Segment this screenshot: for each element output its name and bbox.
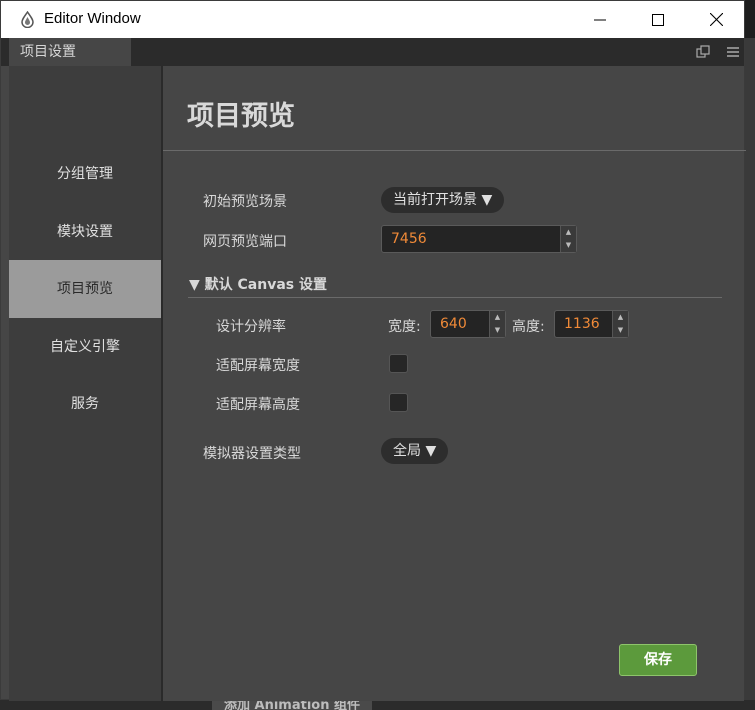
sidebar-item-custom-engine[interactable]: 自定义引擎 [9,318,161,376]
height-value: 1136 [564,316,600,332]
initial-scene-dropdown[interactable]: 当前打开场景 ▼ [381,187,505,213]
editor-window: Editor Window 项目设置 分组管理 模块设置 项目预览 自定义引擎 … [0,0,746,701]
tab-bar: 项目设置 [1,38,744,66]
title-bar: Editor Window [1,1,744,38]
maximize-button[interactable] [629,1,687,38]
simulator-type-dropdown[interactable]: 全局 ▼ [381,438,449,464]
close-button[interactable] [687,1,745,38]
fit-height-checkbox[interactable] [389,393,408,412]
preview-port-label: 网页预览端口 [203,234,287,250]
height-stepper[interactable]: ▲ ▼ [612,311,628,337]
stepper-up-icon[interactable]: ▲ [561,226,576,239]
settings-sidebar: 分组管理 模块设置 项目预览 自定义引擎 服务 [9,66,162,701]
stepper-down-icon[interactable]: ▼ [490,324,505,337]
fit-width-label: 适配屏幕宽度 [216,358,300,374]
stepper-up-icon[interactable]: ▲ [490,311,505,324]
stepper-down-icon[interactable]: ▼ [561,239,576,252]
width-label: 宽度: [388,319,421,335]
sidebar-item-group-management[interactable]: 分组管理 [9,145,161,203]
sidebar-item-project-preview[interactable]: 项目预览 [9,260,161,318]
preview-port-stepper[interactable]: ▲ ▼ [560,226,576,252]
preview-port-input[interactable]: 7456 ▲ ▼ [381,225,577,253]
minimize-icon [594,19,606,20]
save-button[interactable]: 保存 [619,644,697,676]
sidebar-item-module-settings[interactable]: 模块设置 [9,203,161,261]
design-resolution-label: 设计分辨率 [216,319,286,335]
initial-scene-label: 初始预览场景 [203,194,287,210]
window-title: Editor Window [44,10,141,27]
minimize-button[interactable] [571,1,629,38]
sidebar-item-services[interactable]: 服务 [9,375,161,433]
width-input[interactable]: 640 ▲ ▼ [430,310,506,338]
title-divider [163,150,746,151]
canvas-section-header[interactable]: ▼ 默认 Canvas 设置 [189,274,327,294]
maximize-icon [652,13,664,26]
menu-icon[interactable] [725,44,741,60]
preview-port-value: 7456 [391,231,427,247]
canvas-section-divider [188,297,722,298]
popout-icon[interactable] [695,44,711,60]
height-label: 高度: [512,319,545,335]
width-stepper[interactable]: ▲ ▼ [489,311,505,337]
background-editor-bottom [0,700,755,710]
settings-main-panel: 项目预览 初始预览场景 当前打开场景 ▼ 网页预览端口 7456 ▲ ▼ ▼ 默认… [163,66,746,701]
fit-width-checkbox[interactable] [389,354,408,373]
width-value: 640 [440,316,467,332]
app-logo-icon [21,11,34,28]
tab-project-settings[interactable]: 项目设置 [9,38,131,66]
stepper-up-icon[interactable]: ▲ [613,311,628,324]
height-input[interactable]: 1136 ▲ ▼ [554,310,629,338]
page-title: 项目预览 [187,101,295,132]
fit-height-label: 适配屏幕高度 [216,397,300,413]
stepper-down-icon[interactable]: ▼ [613,324,628,337]
background-editor-right [745,38,755,710]
simulator-type-label: 模拟器设置类型 [203,446,301,462]
close-icon [709,13,723,26]
